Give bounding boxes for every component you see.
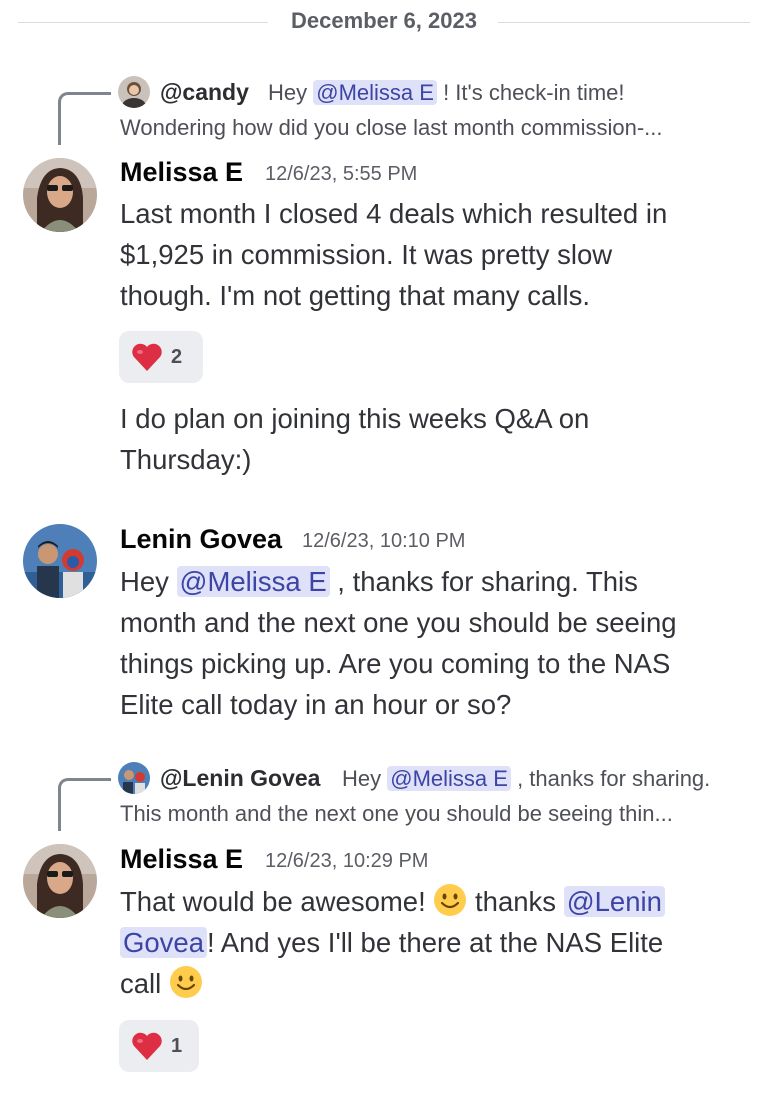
message-body: Hey @Melissa E , thanks for sharing. Thi… — [120, 566, 677, 720]
timestamp: 12/6/23, 10:10 PM — [302, 530, 466, 552]
reaction-count: 2 — [171, 345, 183, 368]
reply-preview[interactable]: Wondering how did you close last month c… — [120, 115, 663, 141]
reply-snippet[interactable]: Hey @Melissa E , thanks for sharing. — [342, 766, 710, 792]
heart-reaction[interactable]: 2 — [119, 331, 203, 383]
mention-lenin-cont[interactable]: Govea — [120, 927, 208, 958]
timestamp: 12/6/23, 10:29 PM — [265, 850, 429, 872]
avatar[interactable] — [23, 158, 97, 232]
mention-lenin[interactable]: @Lenin — [563, 886, 665, 917]
mention-melissa[interactable]: @Melissa E — [387, 766, 511, 791]
mention-melissa[interactable]: @Melissa E — [313, 80, 437, 105]
mention-melissa[interactable]: @Melissa E — [176, 566, 330, 597]
heart-icon — [132, 1032, 162, 1060]
author-name[interactable]: Melissa E — [120, 844, 243, 875]
reaction-count: 1 — [171, 1034, 183, 1057]
lenin-avatar-small[interactable] — [118, 762, 150, 794]
message-body: Last month I closed 4 deals which result… — [120, 198, 668, 311]
reply-username[interactable]: @candy — [160, 79, 249, 106]
reply-snippet[interactable]: Hey @Melissa E ! It's check-in time! — [268, 80, 625, 106]
message-body-followup: I do plan on joining this weeks Q&A on T… — [120, 403, 590, 475]
candy-avatar[interactable] — [118, 76, 150, 108]
reply-preview[interactable]: This month and the next one you should b… — [120, 801, 673, 827]
author-name[interactable]: Lenin Govea — [120, 524, 282, 555]
timestamp: 12/6/23, 5:55 PM — [265, 163, 418, 185]
slightly-smiling-face-icon — [169, 966, 202, 998]
message-body: That would be awesome! thanks @Lenin Gov… — [120, 881, 740, 1004]
heart-icon — [132, 343, 162, 371]
reply-spine — [58, 92, 111, 145]
reply-spine — [58, 778, 111, 831]
date-divider: December 6, 2023 — [0, 8, 768, 34]
avatar[interactable] — [23, 844, 97, 918]
slightly-smiling-face-icon — [434, 884, 467, 916]
author-name[interactable]: Melissa E — [120, 157, 243, 188]
heart-reaction[interactable]: 1 — [119, 1020, 199, 1072]
avatar[interactable] — [23, 524, 97, 598]
reply-username[interactable]: @Lenin Govea — [160, 765, 320, 792]
